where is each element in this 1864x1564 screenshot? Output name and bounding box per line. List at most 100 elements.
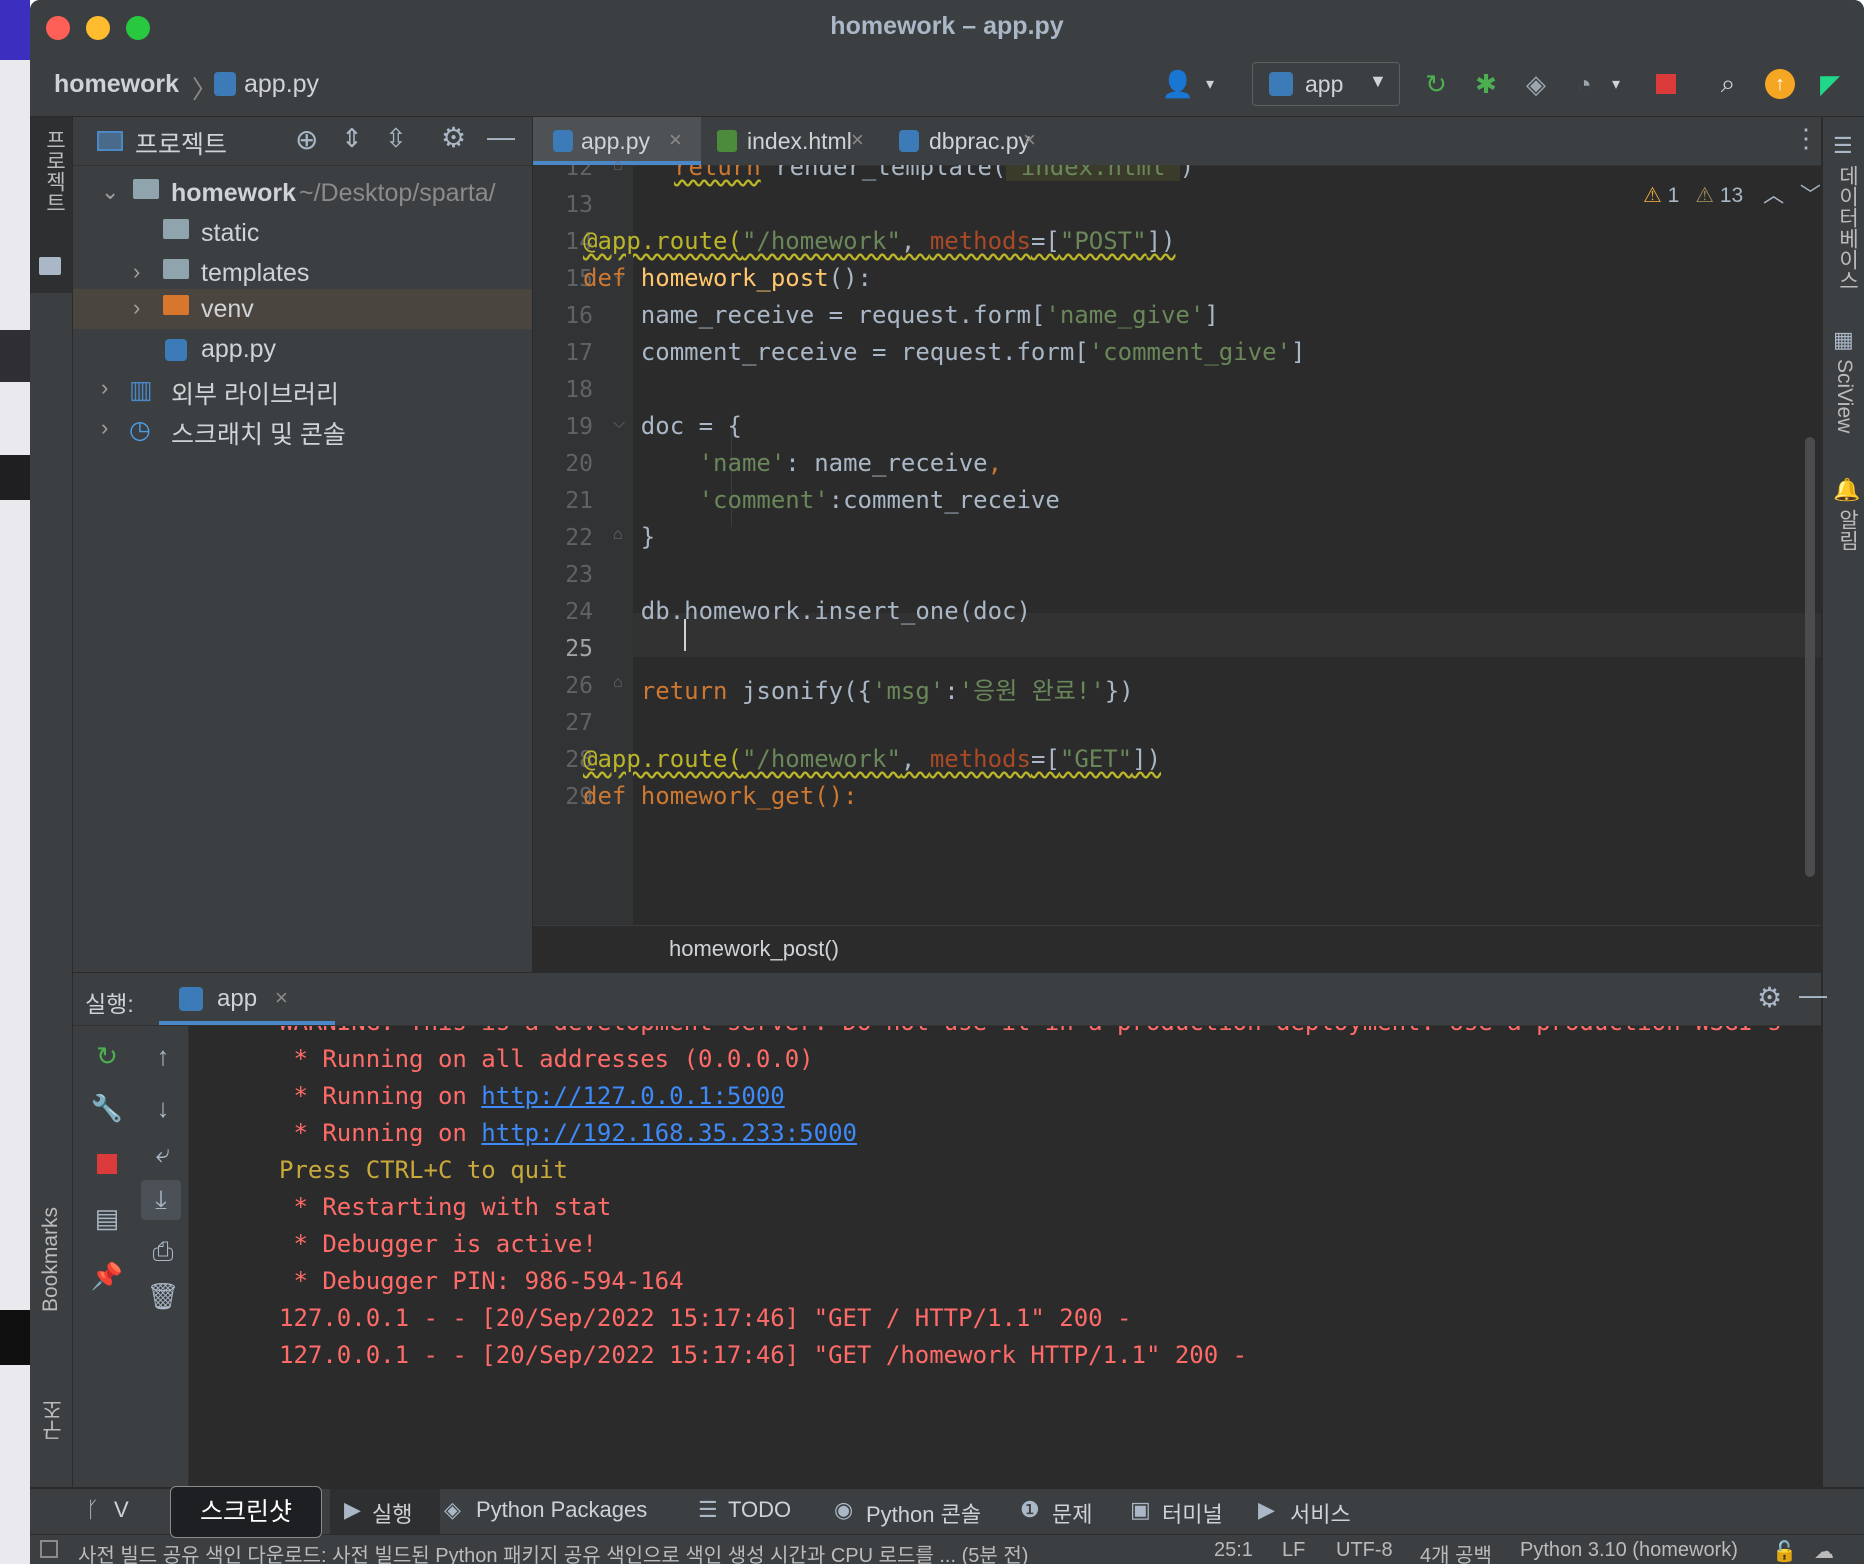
- desktop-window-fragment: [0, 1310, 30, 1365]
- chevron-down-icon[interactable]: ⌄: [101, 179, 119, 205]
- profile-icon[interactable]: ◔: [1566, 66, 1602, 102]
- tree-item-external-libraries[interactable]: › ▥ 외부 라이브러리: [73, 369, 532, 409]
- chevron-right-icon[interactable]: ›: [133, 295, 140, 321]
- vcs-icon[interactable]: ᚴ: [86, 1497, 99, 1523]
- tree-item-venv[interactable]: › venv: [73, 289, 532, 329]
- code-token: methods: [929, 745, 1031, 773]
- tab-index-html[interactable]: index.html ×: [701, 117, 877, 165]
- indent-setting[interactable]: 4개 공백: [1420, 1539, 1492, 1564]
- close-tab-icon[interactable]: ×: [1023, 127, 1036, 153]
- code-token: methods: [929, 227, 1031, 255]
- rerun-icon[interactable]: ↻: [1418, 66, 1454, 102]
- next-highlight-icon[interactable]: ﹀: [1800, 184, 1821, 207]
- tree-item-templates[interactable]: › templates: [73, 253, 532, 293]
- caret-position[interactable]: 25:1: [1214, 1539, 1253, 1562]
- warning-count: 1: [1667, 184, 1680, 207]
- tree-item-label: venv: [201, 295, 254, 323]
- console-link[interactable]: http://127.0.0.1:5000: [481, 1082, 784, 1110]
- previous-highlight-icon[interactable]: ︿: [1763, 184, 1784, 207]
- desktop-background: [0, 0, 30, 1564]
- console-link[interactable]: http://192.168.35.233:5000: [481, 1119, 857, 1147]
- stop-icon[interactable]: [87, 1144, 127, 1184]
- more-run-dropdown-icon[interactable]: ▾: [1598, 66, 1634, 102]
- user-dropdown-icon[interactable]: ▾: [1192, 66, 1228, 102]
- code-token: "GET": [1059, 745, 1133, 773]
- lock-icon[interactable]: 🔓: [1772, 1539, 1797, 1564]
- tab-dbprac-py[interactable]: dbprac.py ×: [877, 117, 1049, 165]
- toggle-tool-windows-icon[interactable]: [40, 1540, 58, 1558]
- python-interpreter[interactable]: Python 3.10 (homework): [1520, 1539, 1738, 1562]
- notifications-tool-label[interactable]: 알림: [1832, 509, 1862, 551]
- bookmarks-tool-label[interactable]: Bookmarks: [39, 1207, 63, 1312]
- collapse-all-icon[interactable]: ⇳: [385, 123, 407, 154]
- layout-icon[interactable]: ▤: [87, 1198, 127, 1238]
- tab-version-control[interactable]: V: [114, 1497, 129, 1523]
- close-tab-icon[interactable]: ×: [851, 127, 864, 153]
- file-encoding[interactable]: UTF-8: [1336, 1539, 1393, 1562]
- jetbrains-gateway-icon[interactable]: ◤: [1812, 66, 1848, 102]
- print-icon[interactable]: ⎙: [143, 1232, 183, 1272]
- user-account-icon[interactable]: 👤: [1160, 66, 1196, 102]
- tree-item-app-py[interactable]: app.py: [73, 329, 532, 369]
- chevron-right-icon[interactable]: ›: [101, 375, 108, 401]
- tree-item-homework[interactable]: ⌄ homework ~/Desktop/sparta/: [73, 173, 532, 213]
- nav-file[interactable]: app.py: [244, 70, 319, 99]
- folder-icon: [39, 257, 61, 275]
- update-icon[interactable]: ↑: [1762, 66, 1798, 102]
- project-panel-title[interactable]: 프로젝트: [135, 125, 227, 161]
- cloud-icon[interactable]: ☁: [1814, 1539, 1834, 1564]
- hide-panel-icon[interactable]: —: [487, 121, 515, 153]
- tab-run[interactable]: ▶ 실행: [330, 1489, 440, 1535]
- code-line-20: 'name': name_receive,: [583, 449, 1002, 477]
- tab-python-console[interactable]: Python 콘솔: [866, 1497, 981, 1529]
- run-config-selector[interactable]: app ▼: [1252, 62, 1400, 106]
- locate-file-icon[interactable]: ⊕: [295, 123, 318, 156]
- nav-project[interactable]: homework: [54, 70, 179, 99]
- sciview-tool-label[interactable]: SciView: [1832, 359, 1856, 433]
- run-tab-app[interactable]: app ×: [159, 973, 335, 1025]
- down-arrow-icon[interactable]: ↓: [143, 1088, 183, 1128]
- console-output[interactable]: WARNING: This is a development server. D…: [189, 1026, 1821, 1487]
- tab-python-packages[interactable]: Python Packages: [476, 1497, 647, 1523]
- database-tool-label[interactable]: 데이터베이스: [1832, 165, 1862, 291]
- line-separator[interactable]: LF: [1282, 1539, 1305, 1562]
- hide-panel-icon[interactable]: —: [1799, 979, 1827, 1011]
- code-token: @app.route(: [583, 227, 742, 255]
- soft-wrap-icon[interactable]: ⤶: [143, 1134, 183, 1174]
- debug-icon[interactable]: ✱: [1468, 66, 1504, 102]
- stop-icon[interactable]: [1648, 66, 1684, 102]
- editor-area: app.py × index.html × dbprac.py × ⋮ 12 1…: [533, 117, 1821, 973]
- rerun-icon[interactable]: ↻: [87, 1036, 127, 1076]
- tab-problems[interactable]: 문제: [1052, 1497, 1092, 1529]
- close-tab-icon[interactable]: ×: [275, 985, 288, 1011]
- gear-icon[interactable]: ⚙: [1757, 981, 1782, 1014]
- close-tab-icon[interactable]: ×: [669, 127, 682, 153]
- run-tab-label: app: [217, 985, 258, 1012]
- expand-all-icon[interactable]: ⇕: [341, 123, 363, 154]
- structure-tool-label[interactable]: 구조: [39, 1399, 69, 1441]
- search-icon[interactable]: ⌕: [1710, 66, 1746, 102]
- project-tool-label[interactable]: 프로젝트: [39, 129, 69, 213]
- coverage-icon[interactable]: ◈: [1518, 66, 1554, 102]
- weak-warning-count: 13: [1719, 184, 1744, 207]
- chevron-right-icon[interactable]: ›: [133, 259, 140, 285]
- tab-terminal[interactable]: 터미널: [1162, 1497, 1223, 1529]
- scroll-to-end-icon[interactable]: ⤓: [141, 1180, 181, 1220]
- more-tabs-icon[interactable]: ⋮: [1793, 123, 1819, 154]
- chevron-right-icon[interactable]: ›: [101, 415, 108, 441]
- status-message[interactable]: 사전 빌드 공유 색인 다운로드: 사전 빌드된 Python 패키지 공유 색…: [78, 1539, 1028, 1564]
- up-arrow-icon[interactable]: ↑: [143, 1036, 183, 1076]
- editor-scrollbar[interactable]: [1805, 437, 1815, 877]
- editor-breadcrumb[interactable]: homework_post(): [669, 936, 839, 962]
- project-view-icon: [97, 131, 123, 151]
- trash-icon[interactable]: 🗑: [143, 1276, 183, 1316]
- wrench-icon[interactable]: 🔧: [87, 1088, 127, 1128]
- tree-item-scratches[interactable]: › ◷ 스크래치 및 콘솔: [73, 409, 532, 449]
- inspection-widget[interactable]: ⚠ 1 ⚠ 13 ︿ ﹀: [1643, 179, 1821, 209]
- status-bar: 사전 빌드 공유 색인 다운로드: 사전 빌드된 Python 패키지 공유 색…: [30, 1534, 1864, 1564]
- pin-icon[interactable]: 📌: [87, 1256, 127, 1296]
- tab-services[interactable]: 서비스: [1290, 1497, 1351, 1529]
- tree-item-static[interactable]: static: [73, 213, 532, 253]
- tab-todo[interactable]: TODO: [728, 1497, 791, 1523]
- gear-icon[interactable]: ⚙: [441, 121, 466, 154]
